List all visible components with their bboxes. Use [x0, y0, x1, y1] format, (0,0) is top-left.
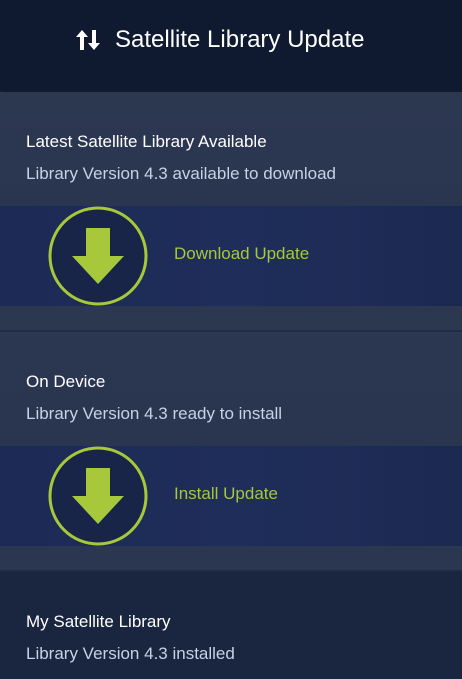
satellite-library-update-screen: Satellite Library Update Latest Satellit…	[0, 0, 462, 679]
section-heading: My Satellite Library	[26, 612, 171, 631]
section-subtitle: Library Version 4.3 available to downloa…	[26, 164, 336, 183]
install-update-label: Install Update	[174, 484, 278, 503]
header-bar: Satellite Library Update	[0, 0, 462, 90]
download-arrow-icon	[48, 206, 148, 306]
download-update-button[interactable]: Download Update	[0, 206, 462, 306]
on-device-section: On Device Library Version 4.3 ready to i…	[0, 332, 462, 570]
install-update-button[interactable]: Install Update	[0, 446, 462, 546]
section-heading: Latest Satellite Library Available	[26, 132, 267, 151]
download-arrow-icon	[48, 446, 148, 546]
page-title: Satellite Library Update	[115, 26, 365, 53]
latest-library-section: Latest Satellite Library Available Libra…	[0, 92, 462, 330]
section-subtitle: Library Version 4.3 installed	[26, 644, 235, 663]
my-library-section: My Satellite Library Library Version 4.3…	[0, 572, 462, 679]
download-update-label: Download Update	[174, 244, 310, 263]
section-heading: On Device	[26, 372, 106, 391]
section-subtitle: Library Version 4.3 ready to install	[26, 404, 283, 423]
swap-arrows-icon	[76, 30, 100, 50]
header-title-row: Satellite Library Update	[75, 20, 364, 60]
